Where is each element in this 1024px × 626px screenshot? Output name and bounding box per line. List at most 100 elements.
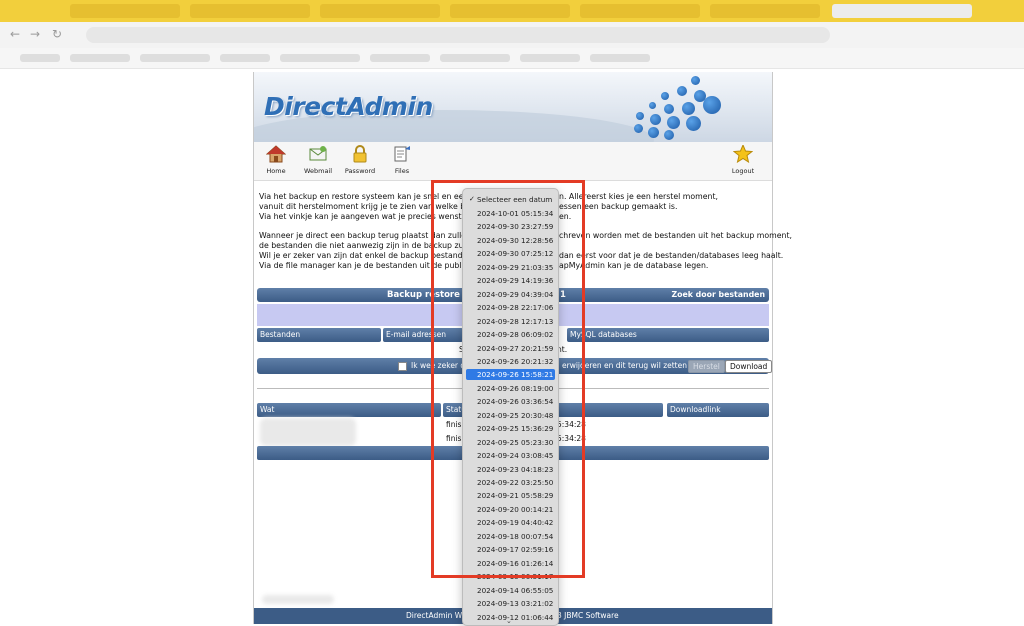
dropdown-option[interactable]: 2024-09-25 15:36:29 <box>466 423 555 434</box>
dropdown-option[interactable]: 2024-09-30 23:27:59 <box>466 221 555 232</box>
dropdown-option[interactable]: 2024-09-25 05:23:30 <box>466 437 555 448</box>
logo-dot <box>667 116 680 129</box>
dropdown-option[interactable]: 2024-09-16 01:26:14 <box>466 558 555 569</box>
logo-dot <box>682 102 695 115</box>
dropdown-option[interactable]: 2024-09-30 07:25:12 <box>466 248 555 259</box>
dropdown-option[interactable]: 2024-09-17 02:59:16 <box>466 544 555 555</box>
house-icon <box>265 145 287 163</box>
confirm-label-left: Ik wee zeker d <box>411 361 466 370</box>
browser-tab[interactable] <box>190 4 310 18</box>
intro-line <box>559 241 769 251</box>
nav-toolbar: Home Webmail Password Files Logout <box>254 142 772 181</box>
browser-tab[interactable] <box>710 4 820 18</box>
backup-restore-title: Backup restore v <box>387 290 469 300</box>
browser-tab[interactable] <box>580 4 700 18</box>
logo-dot <box>686 116 701 131</box>
dropdown-option[interactable]: 2024-09-25 20:30:48 <box>466 410 555 421</box>
intro-line: chreven worden met de bestanden uit het … <box>559 231 792 240</box>
logo-dot <box>664 130 674 140</box>
nav-home[interactable]: Home <box>256 145 296 175</box>
dropdown-option[interactable]: 2024-09-22 03:25:50 <box>466 477 555 488</box>
logo-dot <box>703 96 721 114</box>
logout-label: Logout <box>731 167 755 175</box>
dropdown-option[interactable]: 2024-09-19 04:40:42 <box>466 517 555 528</box>
browser-address-bar: ← → ↻ <box>0 22 1024 49</box>
intro-line: en. <box>559 212 572 221</box>
nav-files[interactable]: Files <box>382 145 422 175</box>
backup-restore-title-tail: 1 <box>560 290 566 300</box>
dropdown-option[interactable]: 2024-10-01 05:15:34 <box>466 208 555 219</box>
lock-icon <box>350 145 370 163</box>
dropdown-option[interactable]: 2024-09-29 14:19:36 <box>466 275 555 286</box>
tab-mysql[interactable]: MySQL databases <box>567 328 769 342</box>
reload-icon[interactable]: ↻ <box>52 27 62 41</box>
bookmarks-bar <box>0 48 1024 69</box>
mail-icon <box>308 145 328 163</box>
dropdown-placeholder-option[interactable]: ✓ Selecteer een datum <box>466 194 555 205</box>
nav-webmail-label: Webmail <box>303 167 333 175</box>
browser-tab-active[interactable] <box>832 4 972 18</box>
browser-tab[interactable] <box>450 4 570 18</box>
logo-dot <box>649 102 656 109</box>
dropdown-option[interactable]: 2024-09-29 04:39:04 <box>466 289 555 300</box>
bookmark-item[interactable] <box>440 54 510 62</box>
logout-button[interactable]: Logout <box>723 143 763 175</box>
row-time: 5:34:28 <box>557 420 586 429</box>
dropdown-option[interactable]: 2024-09-28 12:17:13 <box>466 316 555 327</box>
restore-button[interactable]: Herstel <box>688 360 725 373</box>
dropdown-option[interactable]: 2024-09-26 20:21:32 <box>466 356 555 367</box>
url-field[interactable] <box>86 27 830 43</box>
dropdown-option[interactable]: 2024-09-23 04:18:23 <box>466 464 555 475</box>
dropdown-option[interactable]: 2024-09-18 00:07:54 <box>466 531 555 542</box>
dropdown-option[interactable]: 2024-09-27 20:21:59 <box>466 343 555 354</box>
dropdown-option[interactable]: 2024-09-30 12:28:56 <box>466 235 555 246</box>
dropdown-option[interactable]: 2024-09-26 03:36:54 <box>466 396 555 407</box>
confirm-checkbox[interactable] <box>398 362 407 371</box>
dropdown-option[interactable]: 2024-09-13 03:21:02 <box>466 598 555 609</box>
logo-dot <box>636 112 644 120</box>
logo-dot <box>634 124 643 133</box>
backup-date-dropdown[interactable]: ✓ Selecteer een datum 2024-10-01 05:15:3… <box>462 188 559 626</box>
dropdown-option[interactable]: 2024-09-14 06:55:05 <box>466 585 555 596</box>
bookmark-item[interactable] <box>280 54 360 62</box>
footer-text-right: 3 JBMC Software <box>557 611 619 620</box>
logo-dot <box>650 114 661 125</box>
browser-tab[interactable] <box>320 4 440 18</box>
forward-icon[interactable]: → <box>30 27 40 41</box>
back-icon[interactable]: ← <box>10 27 20 41</box>
bookmark-item[interactable] <box>220 54 270 62</box>
nav-password-label: Password <box>344 167 376 175</box>
bookmark-item[interactable] <box>20 54 60 62</box>
bookmark-item[interactable] <box>70 54 130 62</box>
bookmark-item[interactable] <box>370 54 430 62</box>
banner: DirectAdmin <box>254 72 772 142</box>
nav-webmail[interactable]: Webmail <box>298 145 338 175</box>
col-header-downloadlink: Downloadlink <box>667 403 769 417</box>
bookmark-item[interactable] <box>520 54 580 62</box>
dropdown-option[interactable]: 2024-09-28 22:17:06 <box>466 302 555 313</box>
dropdown-option[interactable]: 2024-09-29 21:03:35 <box>466 262 555 273</box>
bookmark-item[interactable] <box>590 54 650 62</box>
dropdown-option[interactable]: 2024-09-15 06:51:17 <box>466 571 555 582</box>
star-icon <box>732 143 754 164</box>
dropdown-option[interactable]: 2024-09-26 08:19:00 <box>466 383 555 394</box>
tab-email[interactable]: E-mail adressen <box>383 328 463 342</box>
tab-bestanden[interactable]: Bestanden <box>257 328 381 342</box>
logo-dot <box>664 104 674 114</box>
logo-dot <box>661 92 669 100</box>
download-button[interactable]: Download <box>725 360 773 373</box>
dropdown-option[interactable]: 2024-09-26 15:58:21 <box>466 369 555 381</box>
dropdown-option[interactable]: 2024-09-28 06:09:02 <box>466 329 555 340</box>
directadmin-logo: DirectAdmin <box>264 92 433 121</box>
bookmark-item[interactable] <box>140 54 210 62</box>
dropdown-option[interactable]: 2024-09-20 00:14:21 <box>466 504 555 515</box>
dropdown-option[interactable]: 2024-09-24 03:08:45 <box>466 450 555 461</box>
nav-password[interactable]: Password <box>340 145 380 175</box>
logo-dot <box>677 86 687 96</box>
nav-files-label: Files <box>394 167 410 175</box>
dropdown-option[interactable]: 2024-09-21 05:58:29 <box>466 490 555 501</box>
search-files-link[interactable]: Zoek door bestanden <box>671 288 765 302</box>
browser-tab[interactable] <box>70 4 180 18</box>
intro-line: n. Allereerst kies je een herstel moment… <box>559 192 719 201</box>
